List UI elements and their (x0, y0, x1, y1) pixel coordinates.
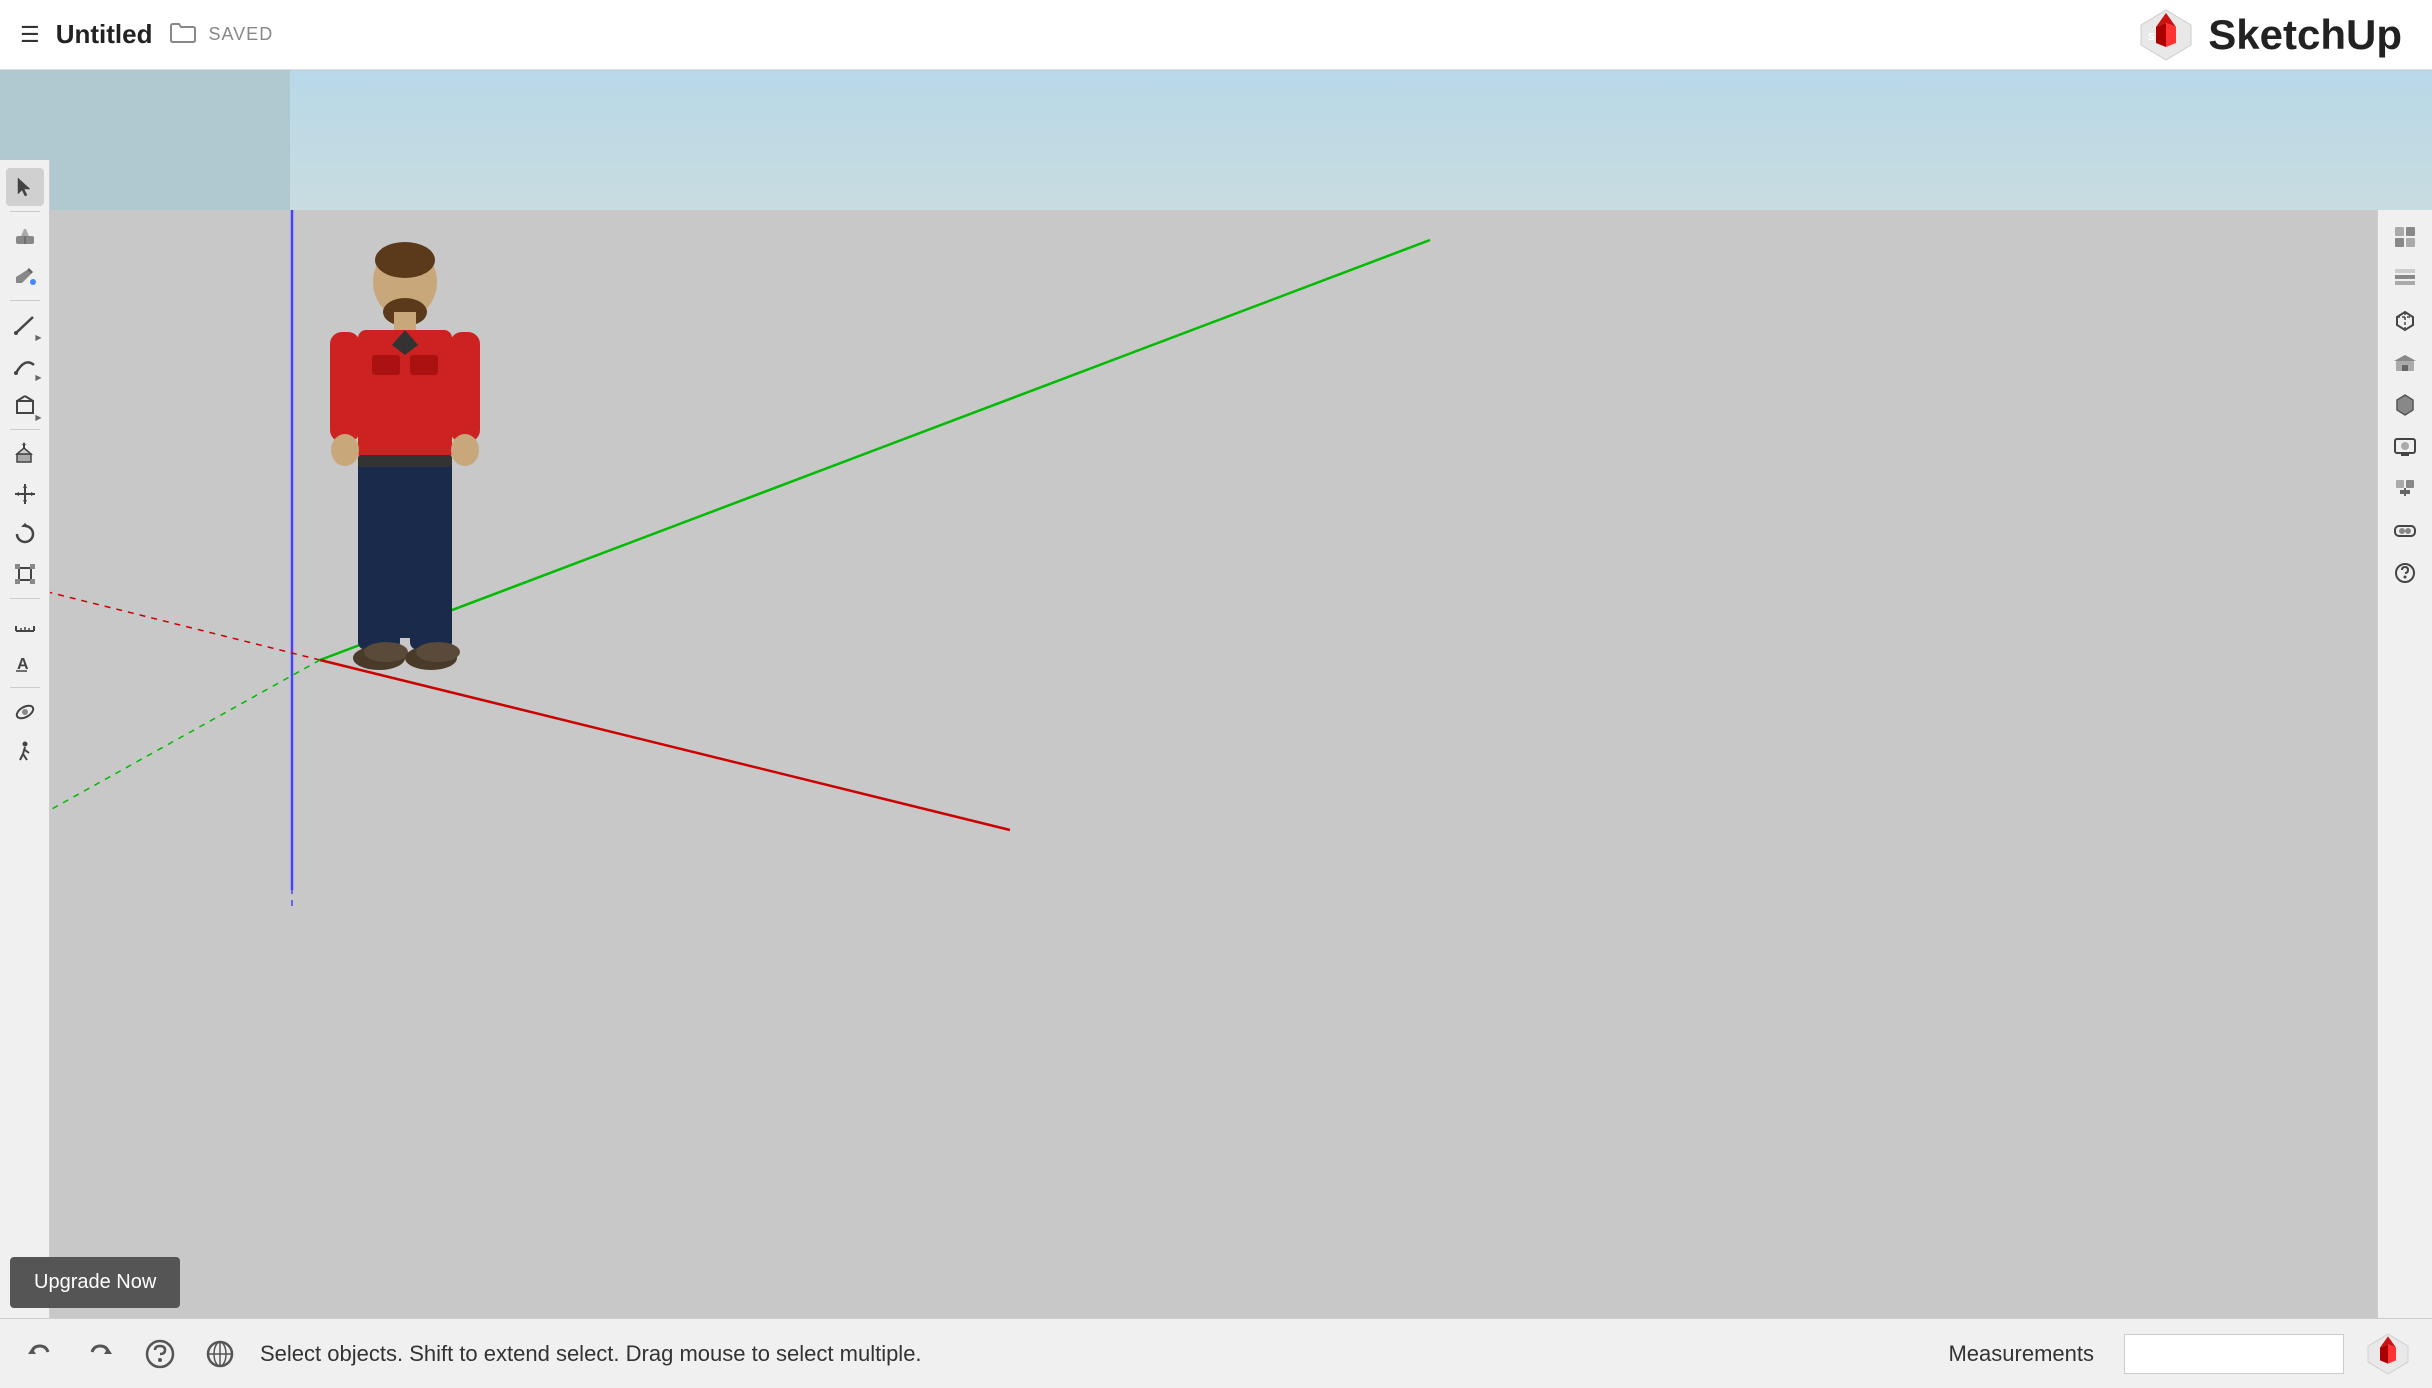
geo-location-button[interactable] (200, 1334, 240, 1374)
header: ☰ Untitled SAVED S SketchUp (0, 0, 2432, 70)
walk-tool[interactable] (6, 733, 44, 771)
scale-tool[interactable] (6, 555, 44, 593)
layers-panel[interactable] (2386, 260, 2424, 298)
select-tool[interactable] (6, 168, 44, 206)
bottom-bar: Select objects. Shift to extend select. … (0, 1318, 2432, 1388)
components-panel[interactable] (2386, 302, 2424, 340)
sketchup-logo-bottom (2364, 1330, 2412, 1378)
text-tool[interactable]: A (6, 644, 44, 682)
redo-button[interactable] (80, 1334, 120, 1374)
eraser-tool[interactable] (6, 217, 44, 255)
arc-tool[interactable]: ▶ (6, 346, 44, 384)
push-pull-tool[interactable] (6, 435, 44, 473)
styles-panel[interactable] (2386, 218, 2424, 256)
document-title: Untitled (56, 19, 153, 50)
status-text: Select objects. Shift to extend select. … (260, 1341, 1928, 1367)
left-toolbar: ▶ ▶ ▶ (0, 160, 50, 1318)
viewport[interactable] (50, 210, 2432, 1318)
paint-bucket-tool[interactable] (6, 257, 44, 295)
sketchup-logo: S SketchUp (2136, 5, 2402, 65)
measurements-label: Measurements (1948, 1341, 2094, 1367)
additional-panel[interactable] (2386, 554, 2424, 592)
move-tool[interactable] (6, 475, 44, 513)
sky-background (0, 70, 2432, 210)
human-figure (320, 240, 490, 700)
help-button[interactable] (140, 1334, 180, 1374)
line-tool[interactable]: ▶ (6, 306, 44, 344)
rotate-tool[interactable] (6, 515, 44, 553)
folder-icon[interactable] (169, 20, 197, 50)
scenes-panel[interactable] (2386, 428, 2424, 466)
hamburger-menu[interactable]: ☰ (20, 22, 40, 48)
saved-badge: SAVED (209, 24, 274, 45)
svg-text:S: S (2148, 32, 2155, 43)
orbit-tool[interactable] (6, 693, 44, 731)
extension-manager[interactable] (2386, 470, 2424, 508)
vr-tool[interactable] (2386, 512, 2424, 550)
undo-button[interactable] (20, 1334, 60, 1374)
right-toolbar (2377, 210, 2432, 1318)
measurements-input[interactable] (2124, 1334, 2344, 1374)
logo-text: SketchUp (2208, 11, 2402, 59)
tape-measure-tool[interactable] (6, 604, 44, 642)
shape-tool[interactable]: ▶ (6, 386, 44, 424)
upgrade-now-button[interactable]: Upgrade Now (10, 1257, 180, 1308)
3d-warehouse[interactable] (2386, 344, 2424, 382)
solid-tools[interactable] (2386, 386, 2424, 424)
